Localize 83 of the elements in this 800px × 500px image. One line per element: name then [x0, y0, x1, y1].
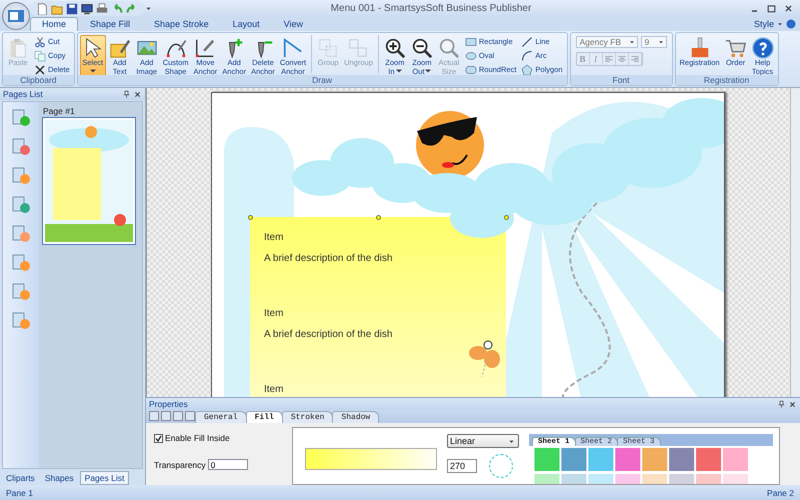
align-right-button[interactable] — [628, 53, 642, 65]
panel-title: Pages List — [3, 89, 44, 99]
help-icon[interactable] — [786, 19, 796, 29]
align-center-icon — [616, 54, 627, 64]
ribbon-tab[interactable]: View — [272, 17, 315, 31]
ribbon-tab[interactable]: Shape Stroke — [142, 17, 221, 31]
bezier-icon — [164, 37, 187, 59]
new-icon[interactable] — [36, 2, 48, 14]
panel-title: Properties — [149, 399, 189, 409]
angle-spinner[interactable]: 270 — [447, 459, 477, 473]
angle-dial[interactable] — [489, 454, 513, 478]
magnifier-icon — [438, 37, 460, 59]
maximize-icon[interactable] — [766, 3, 777, 14]
scissors-icon — [34, 36, 46, 48]
vertical-scrollbar[interactable] — [790, 88, 800, 397]
transparency-label: Transparency — [154, 460, 206, 470]
group-icon — [317, 37, 340, 59]
page-thumbnail[interactable] — [43, 118, 135, 244]
close-icon[interactable] — [133, 90, 142, 98]
item-title: Item — [264, 384, 284, 395]
checkbox[interactable] — [154, 434, 163, 442]
align-center-button[interactable] — [616, 53, 629, 65]
pen-corner-icon — [194, 37, 216, 59]
line-icon — [521, 36, 534, 48]
caret-icon — [776, 20, 784, 28]
help-icon — [752, 37, 774, 59]
font-size-dropdown[interactable]: 9 — [640, 36, 667, 48]
group-label: Draw — [78, 75, 567, 85]
transparency-field[interactable]: 0 — [208, 459, 248, 470]
group-label: Registration — [676, 75, 778, 85]
group-label: Clipboard — [3, 75, 74, 85]
selection-handle[interactable] — [376, 215, 381, 220]
selection-handle[interactable] — [248, 215, 253, 220]
pin-icon[interactable] — [122, 90, 131, 98]
close-icon[interactable] — [783, 3, 794, 14]
properties-tab[interactable]: Stroken — [282, 411, 334, 423]
panel-tab[interactable]: Pages List — [80, 470, 130, 484]
oval-icon — [464, 50, 477, 62]
selection-handle[interactable] — [504, 215, 509, 220]
rectangle-icon — [464, 36, 477, 48]
ribbon-tab[interactable]: Layout — [220, 17, 272, 31]
checkbox-label: Enable Fill Inside — [165, 433, 230, 443]
align-left-icon — [604, 54, 614, 64]
properties-tab[interactable]: General — [195, 411, 247, 423]
item-description: A brief description of the dish — [264, 253, 394, 264]
panel-tab[interactable]: Shapes — [40, 472, 78, 484]
pages-icon — [34, 50, 46, 62]
ungroup-icon — [347, 37, 370, 59]
pin-icon[interactable] — [777, 400, 786, 408]
style-menu[interactable]: Style — [754, 19, 774, 29]
angle-icon — [282, 37, 304, 59]
monitor-icon[interactable] — [81, 2, 93, 14]
properties-tab[interactable]: Shadow — [332, 411, 380, 423]
caret-icon — [628, 38, 636, 46]
menu-text-box[interactable]: Item A brief description of the dish Item A brief description of the dish Item — [250, 217, 506, 397]
printer-icon[interactable] — [96, 2, 108, 14]
status-pane: Pane 1 — [5, 488, 34, 498]
font-dropdown[interactable]: Agency FB — [576, 36, 638, 48]
save-icon[interactable] — [66, 2, 78, 14]
gradient-type-dropdown[interactable]: Linear — [447, 434, 519, 448]
item-title: Item — [264, 308, 284, 319]
item-description: A brief description of the dish — [264, 329, 394, 340]
arc-icon — [521, 50, 534, 62]
ribbon-tab[interactable]: Shape Fill — [78, 17, 142, 31]
zoom-out-icon — [410, 37, 433, 59]
cart-icon — [724, 37, 747, 59]
properties-tab[interactable]: Fill — [246, 411, 283, 423]
status-pane: Pane 2 — [766, 488, 795, 498]
ribbon-tab[interactable]: Home — [30, 17, 78, 31]
pencil-box-icon — [108, 37, 131, 59]
group-label: Font — [570, 75, 672, 85]
page-label: Page #1 — [43, 106, 76, 116]
align-right-icon — [630, 54, 640, 64]
panel-tab[interactable]: Cliparts — [2, 472, 39, 484]
item-title: Item — [264, 232, 284, 243]
window-title: Menu 001 - SmartsysSoft Business Publisher — [330, 3, 532, 14]
caret-icon — [656, 38, 665, 46]
close-icon[interactable] — [788, 400, 797, 408]
align-left-button[interactable] — [602, 53, 616, 65]
roundrect-icon — [464, 64, 477, 75]
cross-icon — [34, 64, 46, 75]
document-icon — [8, 10, 24, 22]
zoom-in-icon — [384, 37, 406, 59]
